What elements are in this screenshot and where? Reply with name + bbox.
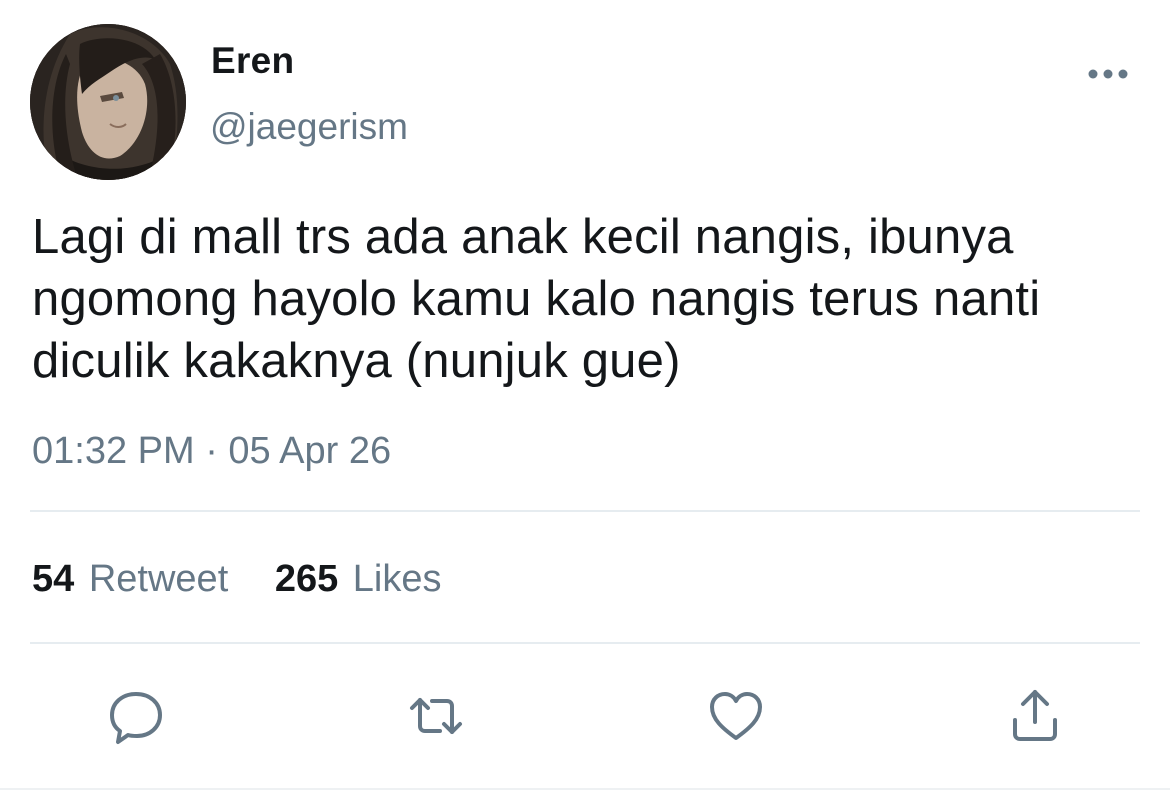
retweets-count: 54 bbox=[32, 558, 75, 600]
bottom-border bbox=[0, 788, 1170, 790]
likes-label: Likes bbox=[352, 558, 442, 600]
likes-count: 265 bbox=[274, 558, 339, 600]
divider bbox=[30, 642, 1140, 644]
user-handle[interactable]: @jaegerism bbox=[210, 106, 408, 148]
divider bbox=[30, 510, 1140, 512]
tweet-card: Eren @jaegerism Lagi di mall trs ada ana… bbox=[0, 0, 1170, 807]
tweet-text: Lagi di mall trs ada anak kecil nangis, … bbox=[32, 210, 1041, 388]
reply-icon bbox=[110, 692, 162, 744]
like-button[interactable] bbox=[704, 684, 768, 748]
avatar-image bbox=[30, 24, 186, 180]
share-button[interactable] bbox=[1003, 684, 1067, 748]
avatar[interactable] bbox=[30, 24, 186, 180]
like-icon bbox=[710, 692, 762, 740]
share-icon bbox=[1013, 690, 1057, 741]
reply-button[interactable] bbox=[104, 684, 168, 748]
display-name[interactable]: Eren bbox=[211, 40, 294, 82]
retweets-label: Retweet bbox=[88, 558, 229, 600]
likes-stat[interactable]: 265 Likes bbox=[275, 558, 442, 601]
tweet-timestamp[interactable]: 01:32 PM · 05 Apr 26 bbox=[32, 430, 391, 473]
retweets-stat[interactable]: 54 Retweet bbox=[32, 558, 228, 601]
more-options-icon[interactable] bbox=[1086, 64, 1130, 84]
engagement-stats: 54 Retweet 265 Likes bbox=[32, 558, 478, 601]
retweet-button[interactable] bbox=[404, 684, 468, 748]
retweet-icon bbox=[410, 698, 462, 734]
